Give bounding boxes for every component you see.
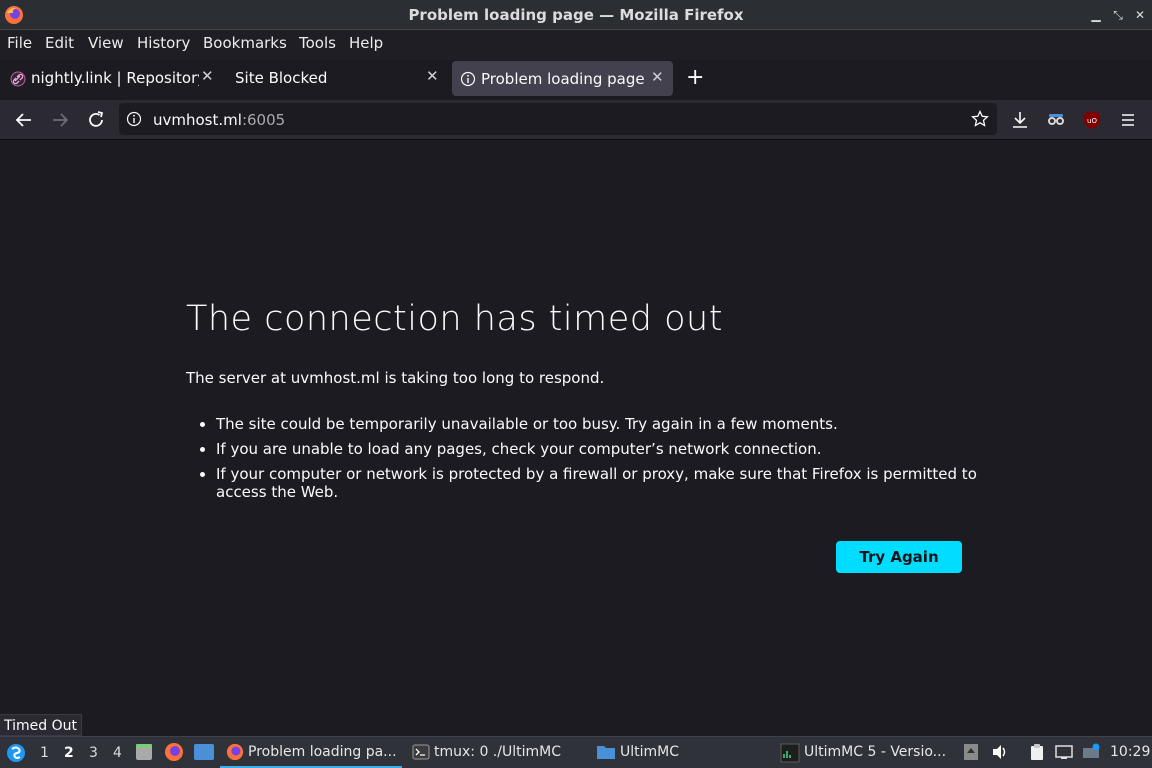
page-content: The connection has timed out The server … <box>0 141 1152 714</box>
new-tab-button[interactable]: + <box>686 65 704 90</box>
menu-file[interactable]: File <box>7 34 32 52</box>
tab-nightly-link[interactable]: nightly.link | Repository ✕ <box>0 60 220 96</box>
tray-up-arrow-icon[interactable] <box>962 743 980 761</box>
workspace-2[interactable]: 2 <box>64 745 74 761</box>
list-item: If your computer or network is protected… <box>216 465 986 501</box>
task-label: UltimMC 5 - Versio... <box>804 744 947 760</box>
menu-help[interactable]: Help <box>349 34 383 52</box>
forward-icon[interactable] <box>48 108 72 132</box>
tab-label: Site Blocked <box>235 69 328 87</box>
app-icon <box>780 743 800 763</box>
tab-label: nightly.link | Repository <box>31 69 199 87</box>
error-suggestions: The site could be temporarily unavailabl… <box>200 415 986 508</box>
close-icon[interactable]: ✕ <box>1130 5 1150 25</box>
taskbar: 1 2 3 4 Problem loading pa... tmux: 0 ./… <box>0 736 1152 768</box>
menu-bookmarks[interactable]: Bookmarks <box>203 34 287 52</box>
menu-edit[interactable]: Edit <box>45 34 74 52</box>
window-title: Problem loading page — Mozilla Firefox <box>408 6 744 24</box>
tab-bar: nightly.link | Repository ✕ Site Blocked… <box>0 60 1152 100</box>
url-bar[interactable]: uvmhost.ml:6005 <box>119 103 997 135</box>
back-icon[interactable] <box>12 108 36 132</box>
info-icon <box>460 71 476 87</box>
reload-icon[interactable] <box>84 108 108 132</box>
desktop-launcher-icon[interactable] <box>193 743 215 761</box>
status-tooltip: Timed Out <box>0 714 82 736</box>
error-description: The server at uvmhost.ml is taking too l… <box>186 369 605 387</box>
terminal-icon <box>412 744 430 760</box>
system-info-icon[interactable] <box>1082 743 1100 761</box>
ublock-origin-icon[interactable]: uO <box>1080 108 1104 132</box>
workspace-4[interactable]: 4 <box>113 745 122 761</box>
bookmark-star-icon[interactable] <box>971 110 989 128</box>
list-item: The site could be temporarily unavailabl… <box>216 415 986 433</box>
link-icon <box>10 71 26 87</box>
menu-history[interactable]: History <box>137 34 190 52</box>
close-tab-icon[interactable]: ✕ <box>426 67 439 85</box>
task-label: Problem loading pa... <box>248 744 397 760</box>
tab-site-blocked[interactable]: Site Blocked ✕ <box>222 60 448 96</box>
close-tab-icon[interactable]: ✕ <box>651 68 664 86</box>
task-firefox[interactable]: Problem loading pa... <box>220 737 402 768</box>
menu-bar: File Edit View History Bookmarks Tools H… <box>0 30 1152 60</box>
url-host: uvmhost.ml <box>153 111 242 129</box>
extension-icon[interactable] <box>1044 108 1068 132</box>
maximize-icon[interactable]: ⤡ <box>1108 5 1128 25</box>
clipboard-icon[interactable] <box>1028 743 1046 761</box>
menu-view[interactable]: View <box>88 34 124 52</box>
workspace-1[interactable]: 1 <box>40 745 49 761</box>
task-ultimmc-app[interactable]: UltimMC 5 - Versio... <box>778 737 948 768</box>
list-item: If you are unable to load any pages, che… <box>216 440 986 458</box>
clock: 10:29 <box>1110 744 1151 760</box>
start-menu-icon[interactable] <box>6 743 26 763</box>
window-titlebar: Problem loading page — Mozilla Firefox ▁… <box>0 0 1152 30</box>
svg-text:uO: uO <box>1087 117 1097 125</box>
navigation-toolbar: uvmhost.ml:6005 uO <box>0 100 1152 140</box>
url-text: uvmhost.ml:6005 <box>153 111 285 129</box>
task-label: tmux: 0 ./UltimMC <box>434 744 561 760</box>
folder-icon <box>597 746 615 759</box>
workspace-3[interactable]: 3 <box>89 745 98 761</box>
firefox-icon <box>226 743 244 761</box>
task-label: UltimMC <box>620 744 680 760</box>
network-icon[interactable] <box>1055 743 1073 761</box>
close-tab-icon[interactable]: ✕ <box>201 67 214 85</box>
downloads-icon[interactable] <box>1008 108 1032 132</box>
firefox-launcher-icon[interactable] <box>164 742 184 762</box>
menu-tools[interactable]: Tools <box>299 34 336 52</box>
task-tmux[interactable]: tmux: 0 ./UltimMC <box>408 737 588 768</box>
minimize-icon[interactable]: ▁ <box>1086 5 1106 25</box>
task-ultimmc-folder[interactable]: UltimMC <box>594 737 774 768</box>
error-title: The connection has timed out <box>186 299 723 339</box>
files-launcher-icon[interactable] <box>134 742 154 762</box>
site-info-icon[interactable] <box>126 111 142 127</box>
tab-problem-loading[interactable]: Problem loading page ✕ <box>452 61 673 96</box>
try-again-button[interactable]: Try Again <box>836 541 962 573</box>
tab-label: Problem loading page <box>481 70 645 88</box>
url-port: :6005 <box>241 111 286 129</box>
menu-hamburger-icon[interactable] <box>1116 108 1140 132</box>
volume-icon[interactable] <box>991 743 1009 761</box>
